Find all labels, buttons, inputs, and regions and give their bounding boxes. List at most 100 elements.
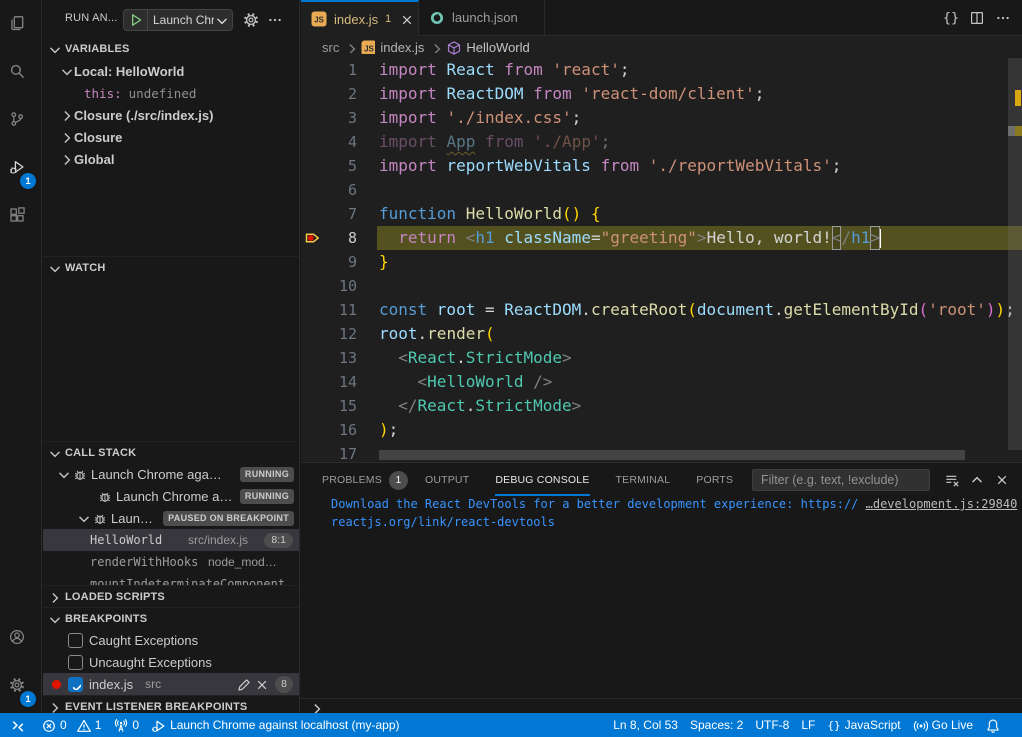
status-item-errors[interactable]: 0 — [39, 713, 69, 737]
chevron-right-icon — [344, 41, 356, 53]
code-token: createRoot — [591, 298, 687, 322]
horizontal-scrollbar[interactable] — [379, 450, 965, 460]
section-header-watch[interactable]: WATCH — [43, 256, 299, 278]
breadcrumb-item-src[interactable]: src — [322, 40, 339, 55]
debug-settings-button[interactable] — [240, 9, 262, 31]
panel-tab-debug-console[interactable]: DEBUG CONSOLE — [495, 463, 589, 497]
split-editor-button[interactable] — [964, 5, 990, 31]
editor-line-1: 1import React from 'react'; — [301, 58, 1022, 82]
editor-area: {} JSindex.js1launch.json src JSindex.js H… — [301, 0, 1022, 713]
panel-tab-label: PORTS — [696, 474, 733, 486]
breadcrumb-item-index.js[interactable]: JSindex.js — [361, 40, 424, 55]
variables-scope-row[interactable]: Closure — [43, 126, 299, 148]
status-item-warnings[interactable]: 1 — [69, 713, 104, 737]
edit-breakpoint-button[interactable] — [234, 675, 252, 693]
status-item-ports-forwarded[interactable]: 0 — [111, 713, 141, 737]
session-label: Launch Chrome aga… — [91, 467, 222, 482]
remove-breakpoint-button[interactable] — [252, 675, 270, 693]
panel-tab-problems[interactable]: PROBLEMS1 — [322, 463, 408, 497]
code-token: . — [418, 322, 428, 346]
status-item-label: 0 — [132, 718, 139, 732]
scope-label: Closure — [74, 130, 122, 145]
close-panel-button[interactable] — [989, 468, 1014, 492]
exception-option-row[interactable]: Uncaught Exceptions — [43, 651, 299, 673]
checkbox-unchecked[interactable] — [68, 655, 83, 670]
code-token: className — [504, 226, 591, 250]
line-code: import App from './App'; — [379, 130, 610, 154]
status-item-go-live[interactable]: Go Live — [911, 713, 975, 737]
status-item-cursor-position[interactable]: Ln 8, Col 53 — [611, 713, 680, 737]
activity-bar-item-run-and-debug[interactable]: 1 — [0, 147, 41, 195]
section-header-call-stack[interactable]: CALL STACK — [43, 441, 299, 463]
vertical-scrollbar[interactable] — [1008, 58, 1022, 450]
variables-scope-row[interactable]: Global — [43, 148, 299, 170]
editor-line-9: 9} — [301, 250, 1022, 274]
variable-row[interactable]: this:undefined — [43, 82, 299, 104]
activity-bar-item-source-control[interactable] — [0, 99, 41, 147]
code-token: StrictMode — [466, 346, 562, 370]
status-item-indentation[interactable]: Spaces: 2 — [688, 713, 745, 737]
start-debugging-button[interactable] — [124, 10, 148, 30]
tab-launch.json[interactable]: launch.json — [419, 0, 545, 35]
clear-console-button[interactable] — [939, 468, 964, 492]
line-code: import './index.css'; — [379, 106, 581, 130]
section-header-loaded-scripts[interactable]: LOADED SCRIPTS — [43, 585, 299, 607]
section-header-variables[interactable]: VARIABLES — [43, 38, 299, 60]
breadcrumb-item-HelloWorld[interactable]: HelloWorld — [446, 40, 529, 55]
more-actions-button[interactable] — [990, 5, 1016, 31]
variables-scope-row[interactable]: Local: HelloWorld — [43, 60, 299, 82]
callstack-session-row[interactable]: Launch Chrome aga…RUNNING — [43, 463, 299, 485]
status-item-remote[interactable] — [8, 713, 31, 737]
checkbox-unchecked[interactable] — [68, 633, 83, 648]
section-header-event-listener-breakpoints[interactable]: EVENT LISTENER BREAKPOINTS — [43, 695, 299, 713]
exception-option-row[interactable]: Caught Exceptions — [43, 629, 299, 651]
activity-bar-item-accounts[interactable] — [0, 617, 41, 665]
chevron-right-icon — [429, 41, 441, 53]
panel-tab-terminal[interactable]: TERMINAL — [616, 463, 671, 497]
overview-ruler-mark — [1015, 126, 1022, 136]
callstack-frame-row[interactable]: renderWithHooksnode_mod… — [43, 551, 299, 573]
activity-bar-item-settings[interactable]: 1 — [0, 665, 41, 713]
status-item-debug-session[interactable]: Launch Chrome against localhost (my-app) — [149, 713, 401, 737]
panel-tab-ports[interactable]: PORTS — [696, 463, 733, 497]
variables-scope-row[interactable]: Closure (./src/index.js) — [43, 104, 299, 126]
code-token: ( — [485, 322, 495, 346]
callstack-frame-row[interactable]: HelloWorldsrc/index.js8:1 — [43, 529, 299, 551]
status-item-eol[interactable]: LF — [799, 713, 817, 737]
remote-icon — [10, 718, 25, 733]
json-file-icon — [429, 10, 445, 26]
extensions-icon — [9, 207, 33, 231]
line-number: 17 — [301, 442, 357, 462]
status-item-notifications[interactable] — [983, 713, 1006, 737]
code-token: 'react' — [552, 58, 619, 82]
line-number: 9 — [301, 250, 357, 274]
panel-tab-output[interactable]: OUTPUT — [425, 463, 469, 497]
tab-index.js[interactable]: JSindex.js1 — [301, 0, 419, 36]
section-header-breakpoints[interactable]: BREAKPOINTS — [43, 607, 299, 629]
status-item-language-mode[interactable]: {}JavaScript — [825, 713, 902, 737]
activity-bar-item-search[interactable] — [0, 51, 41, 99]
launch-config-control[interactable]: Launch Chro — [123, 9, 233, 31]
activity-bar-item-extensions[interactable] — [0, 195, 41, 243]
console-source-link[interactable]: …development.js:29840 — [866, 495, 1018, 513]
code-token: h1 — [851, 226, 870, 250]
views-more-button[interactable] — [264, 9, 286, 31]
activity-bar-item-explorer[interactable] — [0, 3, 41, 51]
code-token: getElementById — [784, 298, 919, 322]
callstack-session-row[interactable]: Laun…PAUSED ON BREAKPOINT — [43, 507, 299, 529]
breakpoint-row[interactable]: index.jssrc8 — [43, 673, 299, 695]
sticky-scroll-button[interactable]: {} — [938, 5, 964, 31]
line-code: return <h1 className="greeting">Hello, w… — [379, 226, 881, 250]
callstack-frame-row[interactable]: mountIndeterminateComponent — [43, 573, 299, 585]
status-item-encoding[interactable]: UTF-8 — [753, 713, 791, 737]
code-editor[interactable]: 1import React from 'react';2import React… — [301, 58, 1022, 462]
tab-close-button[interactable] — [399, 12, 414, 27]
console-filter-input[interactable] — [752, 469, 930, 491]
code-token: from — [504, 58, 552, 82]
line-code: </React.StrictMode> — [379, 394, 581, 418]
callstack-session-row[interactable]: Launch Chrome a…RUNNING — [43, 485, 299, 507]
tree-twisty — [56, 467, 70, 481]
source-control-icon — [9, 111, 33, 135]
maximize-panel-button[interactable] — [964, 468, 989, 492]
checkbox-checked[interactable] — [68, 677, 83, 692]
